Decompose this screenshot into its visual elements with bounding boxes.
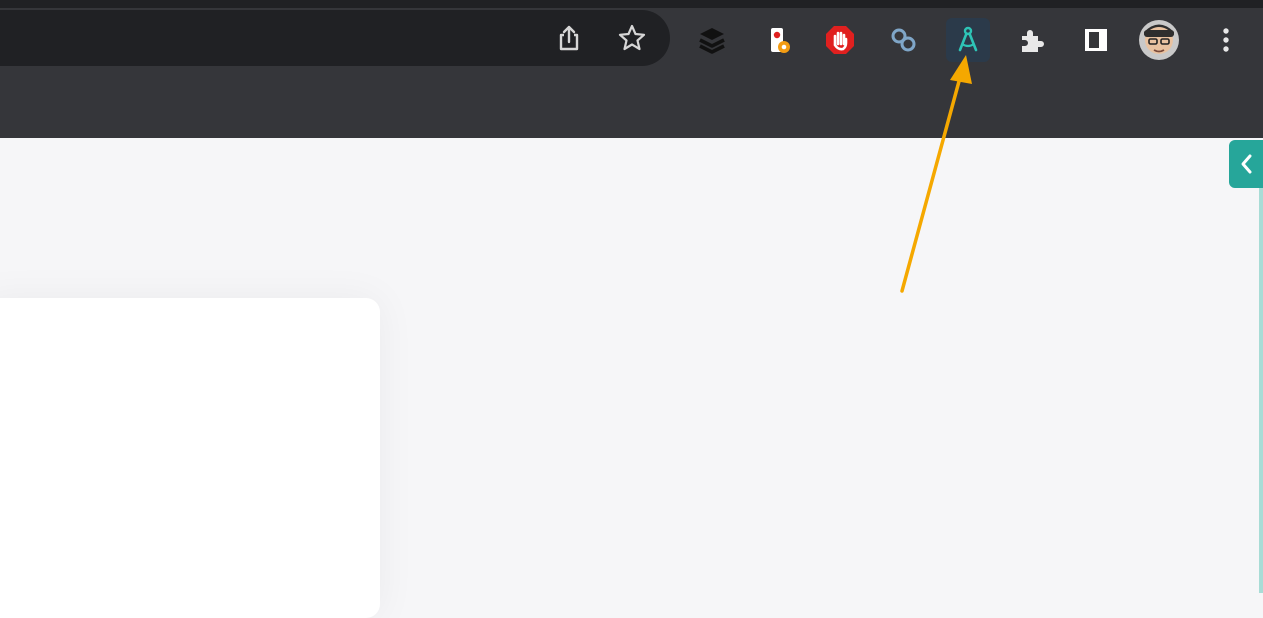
compass-icon [958, 26, 978, 52]
profile-avatar-button[interactable] [1137, 18, 1181, 62]
page-content [0, 138, 1263, 618]
bookmark-star-button[interactable] [612, 18, 652, 58]
extensions-menu-button[interactable] [1010, 18, 1054, 62]
traffic-light-icon [771, 28, 790, 53]
side-panel-icon [1085, 29, 1107, 51]
puzzle-icon [1022, 30, 1044, 52]
kebab-menu-icon [1223, 28, 1229, 52]
side-panel-toggle[interactable] [1229, 140, 1263, 188]
bookmarks-bar [0, 78, 1263, 138]
stacked-layers-icon [699, 28, 725, 54]
red-hand-stop-icon [826, 26, 854, 54]
side-panel-edge [1259, 188, 1263, 593]
buffer-extension-button[interactable] [690, 18, 734, 62]
chevron-left-icon [1241, 154, 1252, 174]
share-button[interactable] [549, 18, 589, 58]
side-panel-button[interactable] [1074, 18, 1118, 62]
browser-menu-button[interactable] [1204, 18, 1248, 62]
browser-toolbar [0, 0, 1263, 78]
chain-link-icon [891, 28, 916, 52]
content-card [0, 298, 380, 618]
adblock-extension-button[interactable] [818, 18, 862, 62]
compass-extension-button[interactable] [946, 18, 990, 62]
traffic-light-extension-button[interactable] [756, 18, 800, 62]
link-extension-button[interactable] [882, 18, 926, 62]
share-icon [559, 25, 579, 51]
tab-strip-edge [0, 0, 1263, 8]
star-icon [618, 24, 646, 51]
avatar [1139, 20, 1179, 60]
